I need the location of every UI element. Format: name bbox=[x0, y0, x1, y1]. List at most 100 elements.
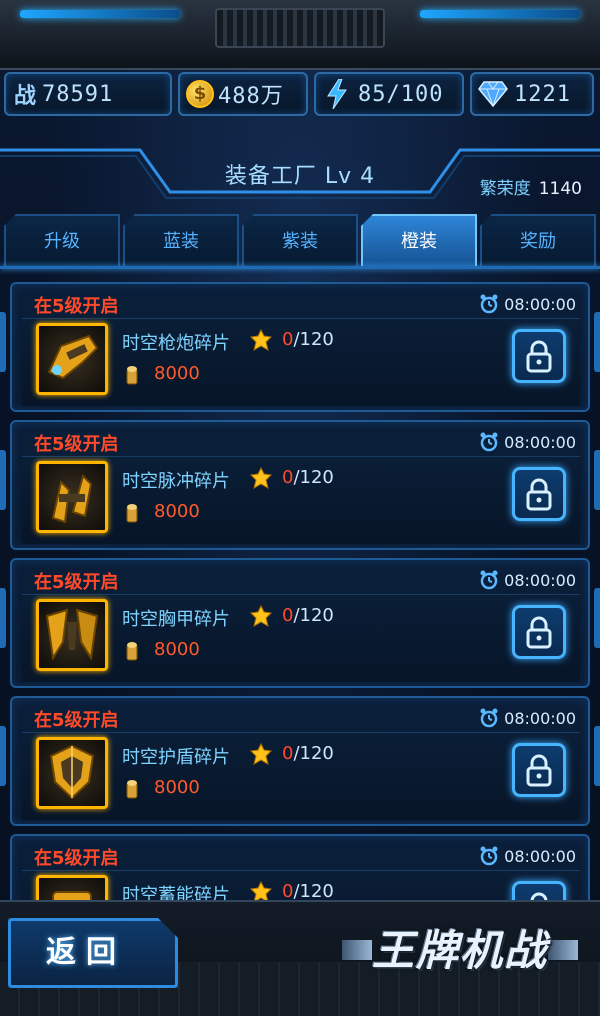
ammo-icon bbox=[126, 504, 138, 523]
fragment-count: 0/120 bbox=[282, 467, 334, 488]
fragment-current: 0 bbox=[282, 605, 294, 626]
item-cost: 8000 bbox=[154, 501, 200, 522]
side-marker bbox=[0, 450, 6, 510]
shield-icon bbox=[49, 744, 95, 800]
top-grill bbox=[215, 8, 385, 48]
list-item: 在5级开启 08:00:00 时空胸甲碎片 0/120 8000 bbox=[10, 558, 590, 688]
fragment-icon bbox=[250, 605, 272, 627]
game-logo: 王牌机战 bbox=[342, 918, 578, 984]
light-strip-right bbox=[420, 10, 580, 18]
fragment-count: 0/120 bbox=[282, 329, 334, 350]
item-icon-frame[interactable] bbox=[36, 461, 108, 533]
fragment-total: /120 bbox=[293, 743, 334, 764]
list-item: 在5级开启 08:00:00 时空护盾碎片 0/120 8000 bbox=[10, 696, 590, 826]
light-strip-left bbox=[20, 10, 180, 18]
bottom-bar: 返回 王牌机战 bbox=[0, 900, 600, 1016]
chest-armor-icon bbox=[45, 608, 99, 661]
gold-value: 488万 bbox=[218, 84, 284, 109]
alarm-clock-icon bbox=[480, 708, 498, 728]
fragment-total: /120 bbox=[293, 881, 334, 900]
ammo-icon bbox=[126, 366, 138, 385]
unlock-requirement: 在5级开启 bbox=[34, 710, 119, 731]
item-body: 时空枪炮碎片 0/120 8000 bbox=[22, 318, 580, 406]
fragment-total: /120 bbox=[293, 329, 334, 350]
prosperity-value: 1140 bbox=[538, 179, 582, 199]
item-name: 时空脉冲碎片 bbox=[122, 471, 230, 492]
item-cost: 8000 bbox=[154, 639, 200, 660]
timer-value: 08:00:00 bbox=[504, 294, 576, 314]
tab-purple-gear[interactable]: 紫装 bbox=[242, 214, 358, 266]
locked-button[interactable] bbox=[512, 329, 566, 383]
tab-upgrade[interactable]: 升级 bbox=[4, 214, 120, 266]
alarm-clock-icon bbox=[480, 294, 498, 314]
energy-display[interactable]: 85/100 bbox=[314, 72, 464, 116]
list-item: 在5级开启 08:00:00 时空蓄能碎片 0/120 8000 bbox=[10, 834, 590, 900]
power-value: 78591 bbox=[42, 81, 114, 107]
fragment-current: 0 bbox=[282, 743, 294, 764]
item-body: 时空护盾碎片 0/120 8000 bbox=[22, 732, 580, 820]
side-marker bbox=[594, 726, 600, 786]
item-name: 时空蓄能碎片 bbox=[122, 885, 230, 900]
alarm-clock-icon bbox=[480, 432, 498, 452]
lightning-icon bbox=[327, 79, 347, 109]
gem-value: 1221 bbox=[514, 81, 571, 107]
timer: 08:00:00 bbox=[479, 432, 576, 452]
fragment-icon bbox=[250, 329, 272, 351]
item-body: 时空蓄能碎片 0/120 8000 bbox=[22, 870, 580, 900]
fragment-current: 0 bbox=[282, 467, 294, 488]
padlock-icon bbox=[526, 478, 552, 511]
side-marker bbox=[0, 726, 6, 786]
back-button[interactable]: 返回 bbox=[8, 918, 178, 988]
side-marker bbox=[0, 588, 6, 648]
item-name: 时空护盾碎片 bbox=[122, 747, 230, 768]
tab-bar: 升级 蓝装 紫装 橙装 奖励 bbox=[0, 214, 600, 268]
tab-orange-gear[interactable]: 橙装 bbox=[361, 214, 477, 268]
padlock-icon bbox=[526, 616, 552, 649]
unlock-requirement: 在5级开启 bbox=[34, 572, 119, 593]
side-marker bbox=[594, 450, 600, 510]
locked-button[interactable] bbox=[512, 605, 566, 659]
item-icon-frame[interactable] bbox=[36, 323, 108, 395]
locked-button[interactable] bbox=[512, 881, 566, 900]
unlock-requirement: 在5级开启 bbox=[34, 848, 119, 869]
item-list[interactable]: 在5级开启 08:00:00 时空枪炮碎片 0/120 8000 在5级开启 0… bbox=[0, 272, 600, 900]
tab-rewards[interactable]: 奖励 bbox=[480, 214, 596, 266]
top-frame bbox=[0, 0, 600, 70]
item-name: 时空枪炮碎片 bbox=[122, 333, 230, 354]
gun-cannon-icon bbox=[47, 334, 99, 380]
timer: 08:00:00 bbox=[479, 570, 576, 590]
side-marker bbox=[594, 312, 600, 372]
fragment-icon bbox=[250, 743, 272, 765]
fragment-count: 0/120 bbox=[282, 743, 334, 764]
power-label: 战 bbox=[14, 84, 37, 109]
energy-storage-icon bbox=[52, 891, 92, 900]
gold-coin-icon: $ bbox=[186, 80, 214, 108]
factory-header: 装备工厂 Lv 4 繁荣度 1140 bbox=[0, 140, 600, 212]
locked-button[interactable] bbox=[512, 743, 566, 797]
timer: 08:00:00 bbox=[479, 294, 576, 314]
back-button-label: 返回 bbox=[46, 935, 126, 970]
energy-value: 85/100 bbox=[358, 81, 444, 107]
list-item: 在5级开启 08:00:00 时空枪炮碎片 0/120 8000 bbox=[10, 282, 590, 412]
gold-display[interactable]: $ 488万 bbox=[178, 72, 308, 116]
unlock-requirement: 在5级开启 bbox=[34, 434, 119, 455]
diamond-icon bbox=[478, 81, 508, 107]
item-icon-frame[interactable] bbox=[36, 599, 108, 671]
logo-text: 王牌机战 bbox=[371, 926, 548, 975]
ammo-icon bbox=[126, 642, 138, 661]
fragment-count: 0/120 bbox=[282, 605, 334, 626]
item-icon-frame[interactable] bbox=[36, 737, 108, 809]
alarm-clock-icon bbox=[480, 570, 498, 590]
fragment-icon bbox=[250, 881, 272, 900]
timer-value: 08:00:00 bbox=[504, 846, 576, 866]
gem-display[interactable]: 1221 bbox=[470, 72, 594, 116]
locked-button[interactable] bbox=[512, 467, 566, 521]
fragment-total: /120 bbox=[293, 467, 334, 488]
unlock-requirement: 在5级开启 bbox=[34, 296, 119, 317]
tab-blue-gear[interactable]: 蓝装 bbox=[123, 214, 239, 266]
fragment-current: 0 bbox=[282, 329, 294, 350]
padlock-icon bbox=[526, 340, 552, 373]
timer: 08:00:00 bbox=[479, 846, 576, 866]
timer-value: 08:00:00 bbox=[504, 708, 576, 728]
item-icon-frame[interactable] bbox=[36, 875, 108, 900]
